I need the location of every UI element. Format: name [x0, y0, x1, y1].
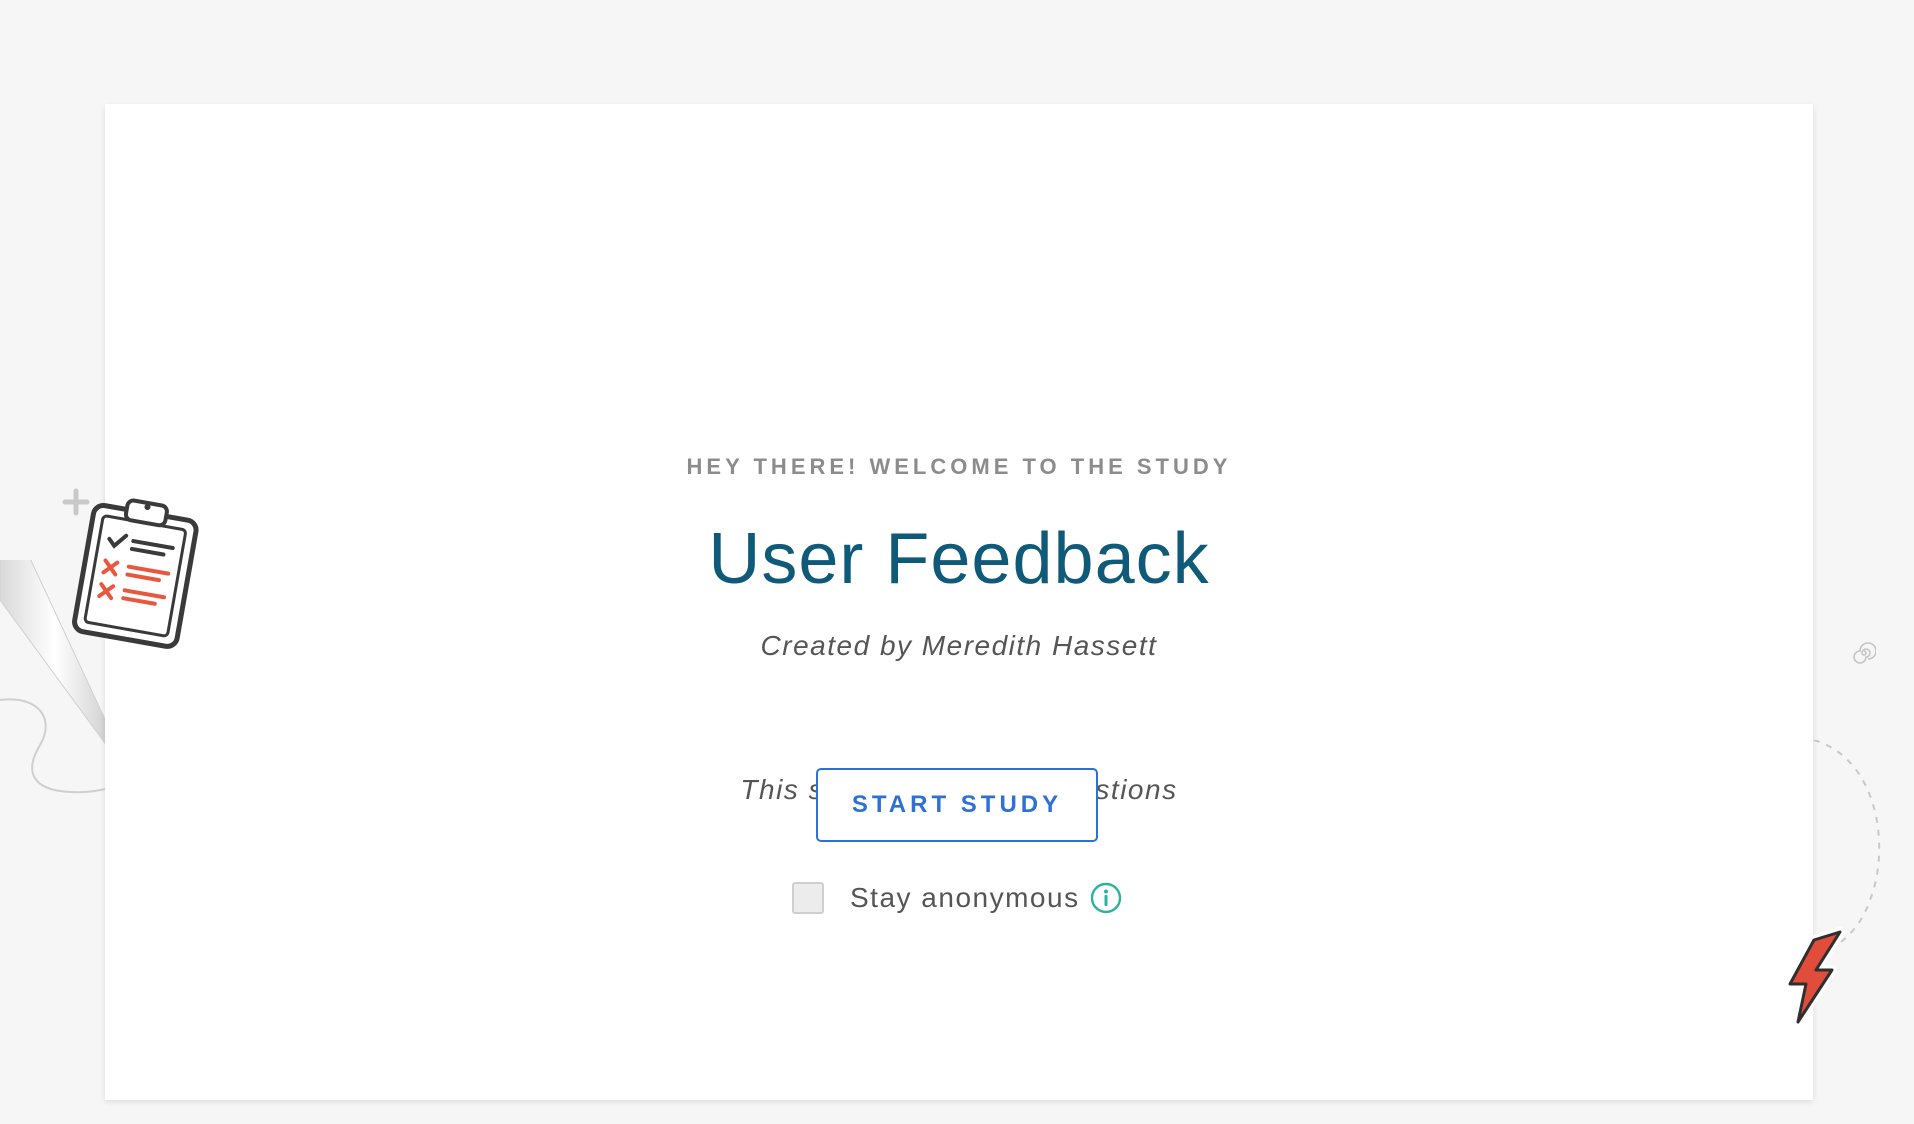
stay-anonymous-row: Stay anonymous — [792, 878, 1122, 918]
clipboard-icon — [72, 498, 199, 649]
lightning-bolt-icon — [1785, 927, 1845, 1026]
study-title: User Feedback — [708, 519, 1210, 599]
info-icon[interactable] — [1090, 882, 1122, 914]
page: HEY THERE! WELCOME TO THE STUDY User Fee… — [0, 0, 1914, 1124]
study-author: Created by Meredith Hassett — [760, 630, 1158, 661]
stay-anonymous-checkbox[interactable] — [792, 882, 824, 914]
stay-anonymous-label[interactable]: Stay anonymous — [850, 882, 1080, 914]
welcome-card: HEY THERE! WELCOME TO THE STUDY User Fee… — [105, 104, 1813, 1100]
welcome-eyebrow: HEY THERE! WELCOME TO THE STUDY — [686, 454, 1232, 479]
spiral-icon — [1853, 642, 1876, 664]
start-study-button[interactable]: START STUDY — [816, 768, 1098, 842]
